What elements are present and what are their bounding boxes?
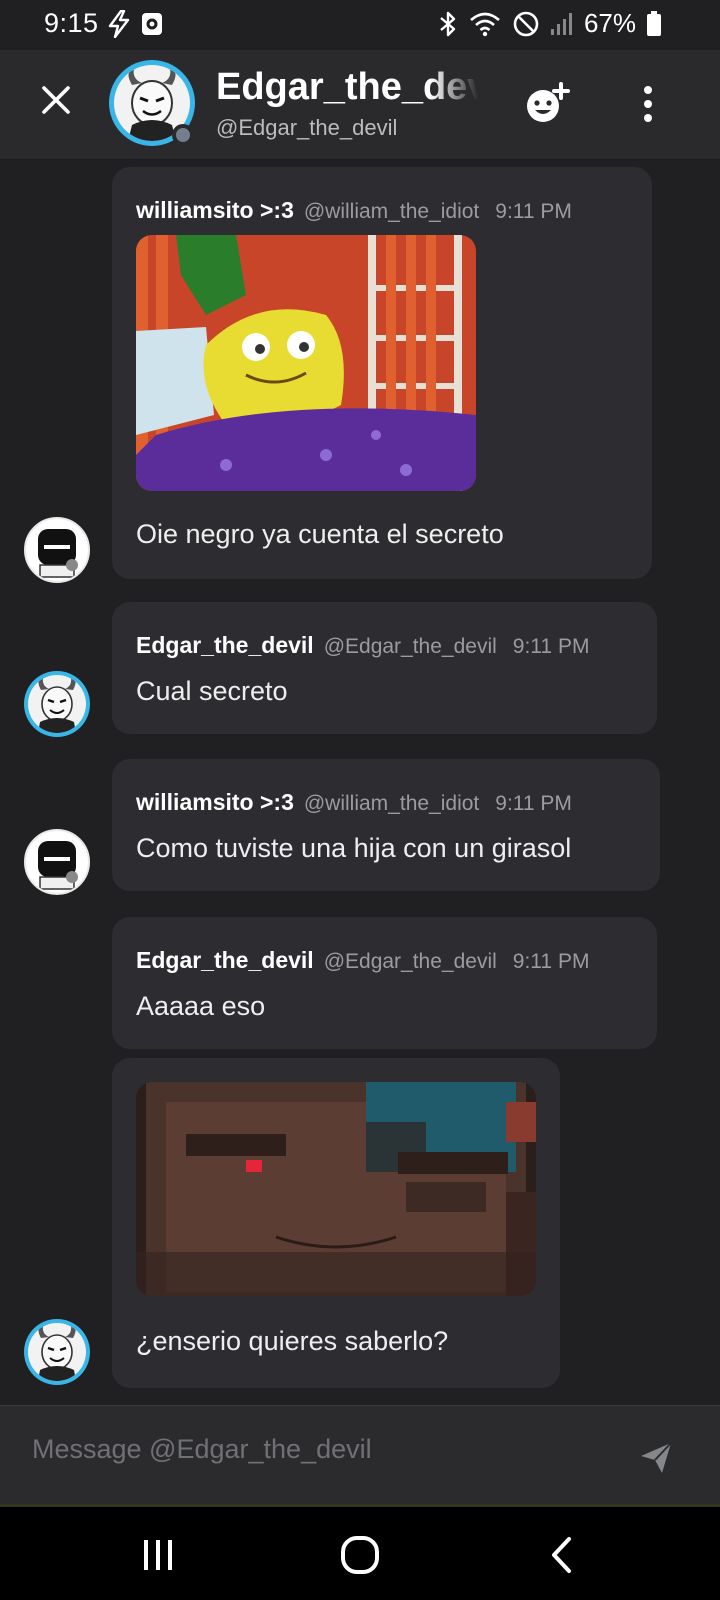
message-author[interactable]: williamsito >:3 [136,197,294,224]
header-subtitle: @Edgar_the_devil [216,115,398,140]
message-text: Como tuviste una hija con un girasol [136,833,572,863]
back-chevron-icon [552,1537,571,1573]
spongebob-gif-image [136,235,476,491]
message-handle: @william_the_idiot [303,200,480,223]
wifi-icon [468,10,502,38]
message-text: ¿enserio quieres saberlo? [136,1326,449,1356]
user-avatar[interactable] [24,517,90,583]
send-button[interactable] [638,1440,678,1480]
message-bubble[interactable]: Edgar_the_devil @Edgar_the_devil 9:11 PM… [112,602,657,734]
send-icon [641,1442,672,1473]
message-text: Aaaaa eso [136,991,266,1021]
user-avatar[interactable] [24,829,90,895]
add-friend-icon [527,82,570,122]
message-handle: @Edgar_the_devil [323,950,497,973]
status-right-icons: 67% [438,8,662,39]
close-icon [42,86,70,114]
message-header: williamsito >:3 @william_the_idiot 9:11 … [136,789,572,816]
status-bar: 9:15 67% [0,0,720,50]
close-button[interactable] [36,80,76,120]
kebab-menu-icon [644,86,652,94]
recent-apps-button[interactable] [128,1531,188,1579]
minecraft-gif-image [136,1082,536,1296]
chat-header: Edgar_the_devil @Edgar_the_devil [0,50,720,160]
message-author[interactable]: Edgar_the_devil [136,947,314,974]
message-handle: @william_the_idiot [303,792,480,815]
message-text: Oie negro ya cuenta el secreto [136,519,504,549]
devil-avatar-icon [38,678,76,733]
message-timestamp: 9:11 PM [495,792,572,815]
message-bubble[interactable]: Edgar_the_devil @Edgar_the_devil 9:11 PM… [112,917,657,1049]
battery-percent: 67% [583,8,636,38]
message-header: Edgar_the_devil @Edgar_the_devil 9:11 PM [136,947,589,974]
message-input[interactable]: Message @Edgar_the_devil [32,1434,592,1465]
presence-status-dot [172,124,194,146]
message-bubble[interactable]: ¿enserio quieres saberlo? [112,1058,560,1388]
devil-avatar-icon [38,1326,76,1381]
message-composer: Message @Edgar_the_devil [0,1405,720,1505]
app-notification-icon [140,11,164,37]
message-text: Cual secreto [136,676,288,706]
user-avatar[interactable] [24,671,90,737]
bluetooth-icon [438,10,458,38]
add-friend-button[interactable] [523,80,579,128]
back-button[interactable] [532,1531,592,1579]
message-header: williamsito >:3 @william_the_idiot 9:11 … [136,197,572,224]
message-handle: @Edgar_the_devil [323,635,497,658]
status-left-icons [106,10,164,38]
message-timestamp: 9:11 PM [512,950,590,973]
message-bubble[interactable]: williamsito >:3 @william_the_idiot 9:11 … [112,167,652,579]
message-bubble[interactable]: williamsito >:3 @william_the_idiot 9:11 … [112,759,660,891]
battery-icon [646,10,662,38]
masked-avatar-icon [38,841,78,890]
signal-icon [550,11,574,37]
header-title[interactable]: Edgar_the_devil [216,66,478,109]
charging-bolt-icon [106,10,132,38]
masked-avatar-icon [38,529,78,578]
home-icon [341,1536,379,1574]
message-timestamp: 9:11 PM [512,635,590,658]
recent-apps-icon [144,1540,172,1570]
more-options-button[interactable] [628,80,668,128]
message-author[interactable]: williamsito >:3 [136,789,294,816]
message-list[interactable]: williamsito >:3 @william_the_idiot 9:11 … [0,161,720,1405]
message-image-attachment[interactable] [136,1082,536,1296]
system-navigation-bar [0,1507,720,1600]
user-avatar[interactable] [24,1319,90,1385]
message-author[interactable]: Edgar_the_devil [136,632,314,659]
do-not-disturb-icon [512,10,540,38]
message-header: Edgar_the_devil @Edgar_the_devil 9:11 PM [136,632,589,659]
message-timestamp: 9:11 PM [495,200,572,223]
status-time: 9:15 [44,8,99,38]
message-image-attachment[interactable] [136,235,476,491]
home-button[interactable] [330,1531,390,1579]
